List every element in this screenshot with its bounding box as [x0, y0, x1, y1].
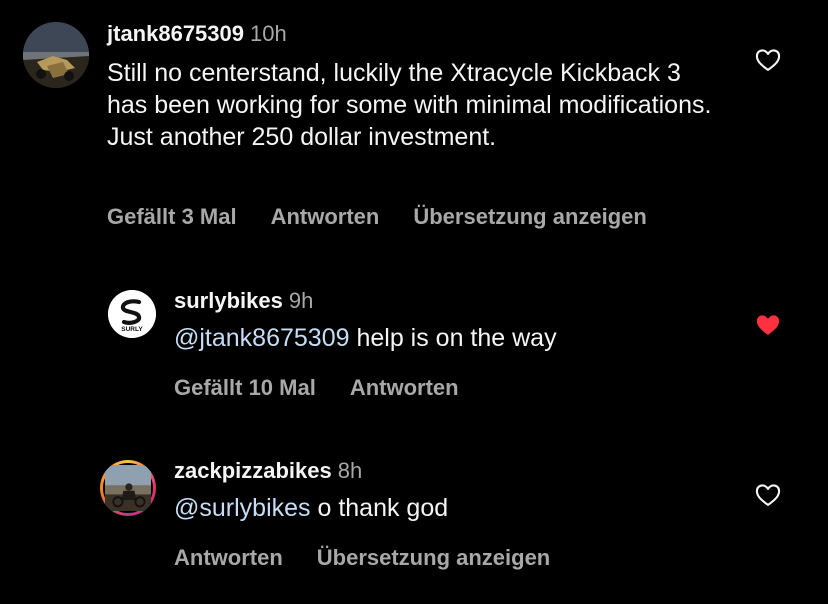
likes-count-link[interactable]: Gefällt 10 Mal: [174, 375, 316, 400]
timestamp: 10h: [250, 21, 287, 46]
heart-outline-icon[interactable]: [754, 46, 782, 74]
reply-button[interactable]: Antworten: [271, 204, 380, 229]
timestamp: 9h: [288, 288, 314, 313]
avatar-photo: [23, 22, 89, 88]
comment-actions: Antworten Übersetzung anzeigen: [174, 545, 584, 571]
comment-text-content: help is on the way: [356, 324, 557, 352]
surly-logo-icon: SURLY: [108, 290, 156, 338]
avatar[interactable]: [100, 460, 156, 516]
comment-actions: Gefällt 10 Mal Antworten: [174, 375, 493, 401]
reply-button[interactable]: Antworten: [350, 375, 459, 400]
translate-button[interactable]: Übersetzung anzeigen: [413, 204, 646, 229]
comment-body: jtank8675309 10h Still no centerstand, lu…: [107, 21, 727, 153]
translate-button[interactable]: Übersetzung anzeigen: [317, 545, 550, 570]
avatar-logo-text: SURLY: [121, 326, 143, 333]
comment-header: surlybikes 9h: [174, 288, 734, 314]
comment-body: zackpizzabikes 8h @surlybikes o thank god: [174, 458, 734, 524]
comment-text: @surlybikes o thank god: [174, 492, 734, 524]
reply-button[interactable]: Antworten: [174, 545, 283, 570]
heart-filled-icon[interactable]: [754, 311, 782, 339]
comment-text: Still no centerstand, luckily the Xtracy…: [107, 59, 712, 151]
mention-link[interactable]: @surlybikes: [174, 494, 311, 522]
username[interactable]: zackpizzabikes: [174, 458, 332, 483]
avatar[interactable]: [23, 22, 89, 88]
comment-body: surlybikes 9h @jtank8675309 help is on th…: [174, 288, 734, 354]
mention-link[interactable]: @jtank8675309: [174, 324, 350, 352]
comment-text-content: o thank god: [317, 494, 449, 522]
avatar[interactable]: SURLY: [108, 290, 156, 338]
comment-text: @jtank8675309 help is on the way: [174, 322, 734, 354]
comment-header: jtank8675309 10h: [107, 21, 727, 47]
comment-header: zackpizzabikes 8h: [174, 458, 734, 484]
heart-outline-icon[interactable]: [754, 481, 782, 509]
username[interactable]: surlybikes: [174, 288, 283, 313]
avatar-photo: [103, 463, 153, 513]
comment-actions: Gefällt 3 Mal Antworten Übersetzung anzeig…: [107, 204, 681, 230]
username[interactable]: jtank8675309: [107, 21, 244, 46]
likes-count-link[interactable]: Gefällt 3 Mal: [107, 204, 237, 229]
timestamp: 8h: [337, 458, 363, 483]
